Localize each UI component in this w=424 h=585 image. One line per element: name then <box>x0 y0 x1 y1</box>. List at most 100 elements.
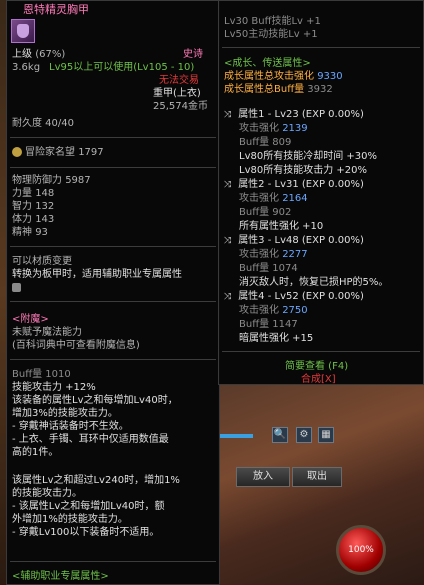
hp-orb: 100% <box>336 525 386 575</box>
material-change: 可以材质变更 <box>12 256 72 267</box>
attr-buff-label: Buff量 <box>239 207 270 218</box>
trade-status: 无法交易 <box>159 75 199 86</box>
effect-line: 高的1件。 <box>12 447 59 458</box>
stat-label: 智力 <box>12 201 32 212</box>
stat-value: 93 <box>35 227 48 238</box>
durability: 耐久度 40/40 <box>12 118 74 129</box>
stat-row: 智力 132 <box>12 201 54 213</box>
divider <box>10 561 216 562</box>
brief-view-link[interactable]: 简要查看 (F4) <box>285 361 348 373</box>
attr-atk-row: 攻击强化 2139 <box>239 123 308 135</box>
attr-buff-row: Buff量 809 <box>239 137 291 149</box>
fame-medal-icon <box>12 147 22 157</box>
attr-buff-row: Buff量 902 <box>239 207 291 219</box>
total-buff-value: 3932 <box>307 84 333 95</box>
item-weight: 3.6kg <box>12 62 41 73</box>
stat-label: 体力 <box>12 214 32 225</box>
divider <box>10 359 216 360</box>
attribute-title-text: 属性4 - Lv52 (EXP 0.00%) <box>238 291 364 302</box>
shuffle-icon: ⤨ <box>224 110 232 120</box>
attribute-title: ⤨ 属性2 - Lv31 (EXP 0.00%) <box>224 179 364 191</box>
shuffle-icon: ⤨ <box>224 236 232 246</box>
divider <box>10 137 216 138</box>
growth-tooltip: Lv30 Buff技能Lv +1 Lv50主动技能Lv +1 <成长、传送属性>… <box>218 0 424 385</box>
phys-def-row: 物理防御力 5987 <box>12 175 91 187</box>
stat-row: 体力 143 <box>12 214 54 226</box>
shuffle-icon: ⤨ <box>224 180 232 190</box>
buff-label: Buff量 <box>12 369 43 380</box>
gear-icon[interactable]: ⚙ <box>296 427 312 443</box>
progress-bar <box>219 434 253 438</box>
attr-atk-label: 攻击强化 <box>239 249 279 260</box>
enchant-hint: (百科词典中可查看附魔信息) <box>12 340 140 351</box>
attr-atk-value: 2277 <box>282 249 308 260</box>
grid-icon[interactable]: ▦ <box>318 427 334 443</box>
attribute-title: ⤨ 属性4 - Lv52 (EXP 0.00%) <box>224 291 364 303</box>
enchant-none: 未赋予魔法能力 <box>12 327 82 338</box>
attr-extra: Lv80所有技能攻击力 +20% <box>239 165 367 176</box>
item-price: 25,574金币 <box>153 101 208 112</box>
stat-value: 132 <box>35 201 55 212</box>
item-grade: 上级 (67%) <box>12 49 65 61</box>
attr-atk-row: 攻击强化 2750 <box>239 305 308 317</box>
grade-pct: (67%) <box>35 49 66 60</box>
growth-header: <成长、传送属性> <box>224 58 311 69</box>
fame-label: 冒险家名望 <box>25 147 75 158</box>
attr-atk-label: 攻击强化 <box>239 123 279 134</box>
lock-icon <box>12 282 21 294</box>
attribute-title-text: 属性3 - Lv48 (EXP 0.00%) <box>238 235 364 246</box>
fame-value: 1797 <box>78 147 104 158</box>
effect-line: - 穿戴神话装备时不生效。 <box>12 421 129 432</box>
attr-atk-value: 2164 <box>282 193 308 204</box>
attr-atk-row: 攻击强化 2277 <box>239 249 308 261</box>
item-tooltip: 恩特精灵胸甲 上级 (67%) 史诗 3.6kg Lv95以上可以使用(Lv10… <box>6 0 220 585</box>
attr-buff-row: Buff量 1074 <box>239 263 298 275</box>
attr-buff-label: Buff量 <box>239 319 270 330</box>
buff-value: 1010 <box>45 369 71 380</box>
support-header: <辅助职业专属属性> <box>12 571 109 582</box>
phys-def-label: 物理防御力 <box>12 175 62 186</box>
synthesis-link[interactable]: 合成[X] <box>301 374 336 386</box>
divider <box>10 167 216 168</box>
divider <box>10 246 216 247</box>
attribute-title: ⤨ 属性1 - Lv23 (EXP 0.00%) <box>224 109 364 121</box>
enchant-header: <附魔> <box>12 314 49 325</box>
effect-line: - 上衣、手镯、耳环中仅适用数值最 <box>12 434 169 445</box>
total-buff-label: 成长属性总Buff量 <box>224 84 305 95</box>
effect-line: 该属性Lv之和超过Lv240时，增加1% <box>12 475 180 486</box>
buff-row: Buff量 1010 <box>12 369 71 381</box>
lock-icon-shape <box>12 282 21 292</box>
attr-buff-value: 1147 <box>272 319 298 330</box>
total-atk-row: 成长属性总攻击强化 9330 <box>224 71 343 83</box>
item-name: 恩特精灵胸甲 <box>23 3 89 16</box>
phys-def-value: 5987 <box>65 175 91 186</box>
put-in-button[interactable]: 放入 <box>236 467 290 487</box>
attr-buff-value: 902 <box>272 207 292 218</box>
attr-buff-value: 1074 <box>272 263 298 274</box>
skill-bonus-line: Lv50主动技能Lv +1 <box>224 29 318 40</box>
attr-atk-value: 2139 <box>282 123 308 134</box>
attr-buff-value: 809 <box>272 137 292 148</box>
divider <box>222 351 420 352</box>
item-slot: 重甲(上衣) <box>153 88 201 99</box>
effect-line: 增加3%的技能攻击力。 <box>12 408 118 419</box>
attr-extra: 消灭敌人时，恢复已损HP的5%。 <box>239 277 389 288</box>
attr-extra: 所有属性强化 +10 <box>239 221 324 232</box>
take-out-button[interactable]: 取出 <box>292 467 342 487</box>
attr-atk-value: 2750 <box>282 305 308 316</box>
stat-label: 力量 <box>12 188 32 199</box>
attr-buff-row: Buff量 1147 <box>239 319 298 331</box>
hp-percent: 100% <box>348 545 374 555</box>
effect-line: 的技能攻击力。 <box>12 488 82 499</box>
total-atk-label: 成长属性总攻击强化 <box>224 71 314 82</box>
attr-extra: 暗属性强化 +15 <box>239 333 314 344</box>
grade-label: 上级 <box>12 49 32 60</box>
effect-line: - 该属性Lv之和每增加Lv40时，额 <box>12 501 165 512</box>
item-rarity: 史诗 <box>183 49 203 60</box>
fame-row: 冒险家名望 1797 <box>12 147 104 159</box>
attr-atk-label: 攻击强化 <box>239 193 279 204</box>
attribute-title: ⤨ 属性3 - Lv48 (EXP 0.00%) <box>224 235 364 247</box>
search-icon[interactable]: 🔍 <box>272 427 288 443</box>
total-atk-value: 9330 <box>317 71 343 82</box>
skill-bonus-line: Lv30 Buff技能Lv +1 <box>224 16 321 27</box>
